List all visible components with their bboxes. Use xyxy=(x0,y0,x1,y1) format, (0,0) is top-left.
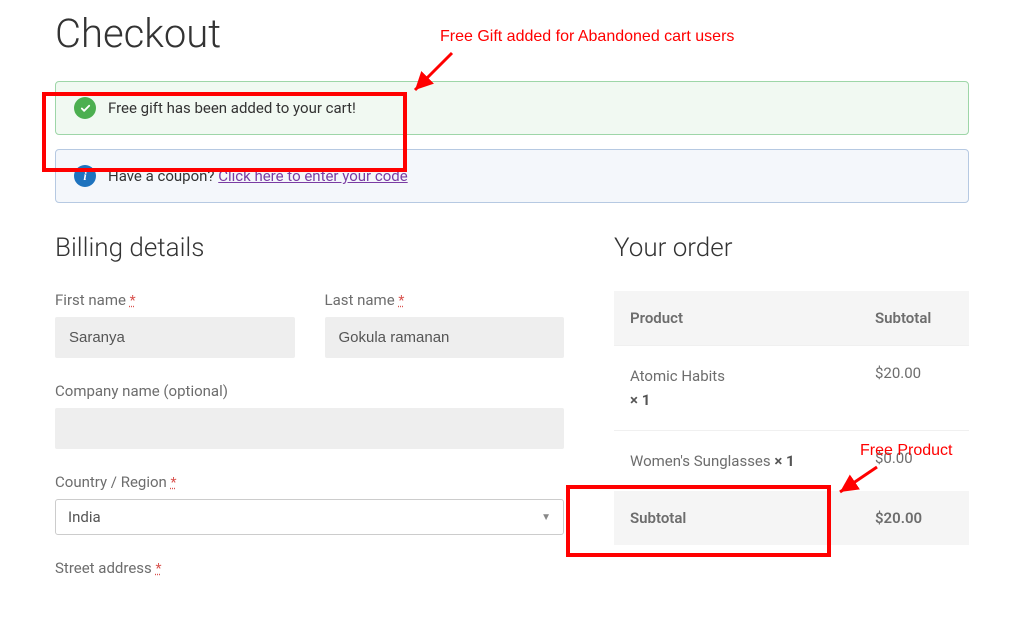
notice-coupon: i Have a coupon? Click here to enter you… xyxy=(55,149,969,203)
company-label: Company name (optional) xyxy=(55,382,564,400)
country-label: Country / Region * xyxy=(55,473,564,491)
notice-success-text: Free gift has been added to your cart! xyxy=(108,99,356,117)
info-icon: i xyxy=(74,165,96,187)
notice-success: Free gift has been added to your cart! xyxy=(55,81,969,135)
country-value: India xyxy=(68,508,101,526)
product-name: Atomic Habits xyxy=(630,367,725,385)
chevron-down-icon: ▼ xyxy=(541,512,551,523)
product-name: Women's Sunglasses xyxy=(630,452,774,470)
subtotal-value: $20.00 xyxy=(859,491,969,545)
last-name-field[interactable] xyxy=(325,317,565,358)
table-row: Atomic Habits × 1 $20.00 xyxy=(614,346,969,431)
product-qty: × 1 xyxy=(774,452,794,470)
product-price: $20.00 xyxy=(859,346,969,431)
subtotal-label: Subtotal xyxy=(614,491,859,545)
first-name-field[interactable] xyxy=(55,317,295,358)
last-name-label: Last name * xyxy=(325,291,565,309)
table-row: Women's Sunglasses × 1 $0.00 xyxy=(614,431,969,492)
coupon-prompt-text: Have a coupon? xyxy=(108,167,218,185)
first-name-label: First name * xyxy=(55,291,295,309)
order-heading: Your order xyxy=(614,233,969,263)
coupon-link[interactable]: Click here to enter your code xyxy=(218,167,407,185)
product-qty: × 1 xyxy=(630,391,650,409)
check-icon xyxy=(74,97,96,119)
street-label: Street address * xyxy=(55,559,564,577)
product-price: $0.00 xyxy=(859,431,969,492)
col-product: Product xyxy=(614,291,859,346)
company-field[interactable] xyxy=(55,408,564,449)
country-select[interactable]: India ▼ xyxy=(55,499,564,535)
billing-heading: Billing details xyxy=(55,233,564,263)
annotation-text-top: Free Gift added for Abandoned cart users xyxy=(440,28,734,46)
annotation-text-right: Free Product xyxy=(860,442,952,460)
col-subtotal: Subtotal xyxy=(859,291,969,346)
order-table: Product Subtotal Atomic Habits × 1 $20.0… xyxy=(614,291,969,545)
